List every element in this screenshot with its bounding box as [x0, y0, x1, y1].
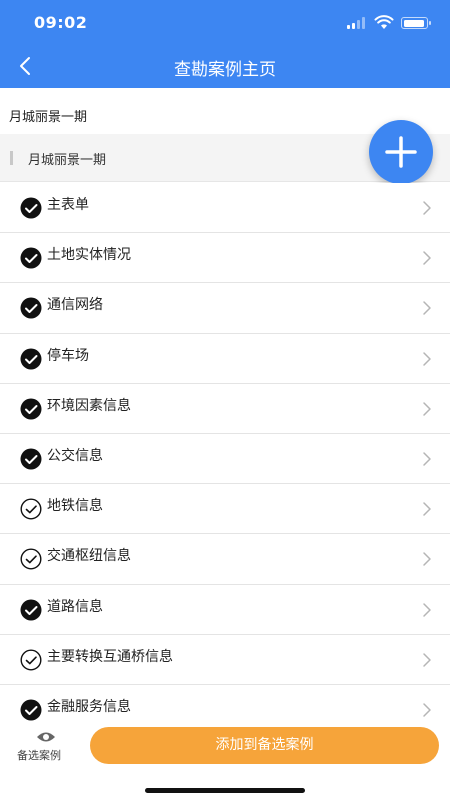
chevron-right-icon [423, 452, 431, 466]
wifi-icon [374, 15, 394, 29]
check-circle-filled-icon [20, 197, 42, 219]
chevron-right-icon [423, 652, 431, 667]
chevron-right-icon [423, 552, 431, 567]
list-item-label: 公交信息 [47, 447, 103, 464]
chevron-right-icon [423, 251, 431, 265]
list-item-label: 主表单 [47, 197, 89, 213]
check-circle-filled-icon [20, 699, 42, 721]
chevron-right-icon [423, 301, 431, 316]
check-circle-filled-icon [20, 448, 42, 470]
list-item[interactable]: 交通枢纽信息 [0, 534, 450, 585]
candidate-cases-label: 备选案例 [17, 749, 61, 762]
list-item[interactable]: 公交信息 [0, 433, 450, 485]
section-marker [10, 151, 13, 165]
nav-bar: 查勘案例主页 [0, 44, 450, 88]
list-item-label: 通信网络 [47, 297, 103, 314]
app-header: 09:02 查勘案例主页 [0, 0, 450, 88]
list-item-label: 环境因素信息 [47, 397, 131, 414]
check-circle-filled-icon [20, 348, 42, 370]
check-circle-filled-icon [20, 599, 42, 620]
chevron-right-icon [423, 703, 431, 717]
list-item-label: 交通枢纽信息 [47, 548, 131, 565]
eye-icon [37, 732, 55, 742]
list-item[interactable]: 地铁信息 [0, 484, 450, 535]
list-item-label: 土地实体情况 [47, 247, 131, 264]
list-item-label: 地铁信息 [47, 498, 103, 515]
status-bar: 09:02 [0, 0, 450, 44]
list-item-label: 道路信息 [47, 598, 103, 615]
form-section-list: 主表单土地实体情况 通信网络停车场环境因素信息 公交信息地铁信息交通枢纽信息 道路信息… [0, 183, 450, 736]
chevron-right-icon [423, 201, 431, 215]
home-indicator [145, 788, 305, 793]
page-title: 查勘案例主页 [174, 60, 276, 80]
list-item[interactable]: 停车场 [0, 333, 450, 384]
check-circle-filled-icon [20, 297, 42, 319]
list-item[interactable]: 环境因素信息 [0, 383, 450, 434]
signal-icon [347, 16, 367, 29]
list-item[interactable]: 主表单 [0, 183, 450, 234]
plus-icon [385, 136, 417, 168]
list-item[interactable]: 道路信息 [0, 584, 450, 635]
list-item-label: 金融服务信息 [47, 698, 131, 715]
list-item-label: 停车场 [47, 347, 89, 364]
project-name: 月城丽景一期 [9, 110, 88, 125]
bottom-bar: 备选案例 添加到备选案例 [0, 727, 450, 769]
check-circle-outline-icon [20, 649, 42, 671]
check-circle-outline-icon [20, 548, 42, 570]
add-to-candidates-button[interactable]: 添加到备选案例 [90, 727, 439, 764]
check-circle-filled-icon [20, 247, 42, 269]
chevron-right-icon [423, 351, 431, 366]
add-fab-button[interactable] [369, 120, 433, 184]
list-item[interactable]: 主要转换互通桥信息 [0, 634, 450, 685]
chevron-right-icon [423, 502, 431, 516]
chevron-right-icon [423, 402, 431, 416]
check-circle-filled-icon [20, 398, 42, 420]
list-item[interactable]: 通信网络 [0, 283, 450, 334]
battery-icon [401, 17, 431, 29]
chevron-right-icon [423, 602, 431, 617]
check-circle-outline-icon [20, 498, 42, 520]
status-time: 09:02 [34, 13, 88, 32]
section-title: 月城丽景一期 [28, 153, 107, 168]
list-item-label: 主要转换互通桥信息 [47, 648, 173, 665]
list-item[interactable]: 土地实体情况 [0, 233, 450, 284]
